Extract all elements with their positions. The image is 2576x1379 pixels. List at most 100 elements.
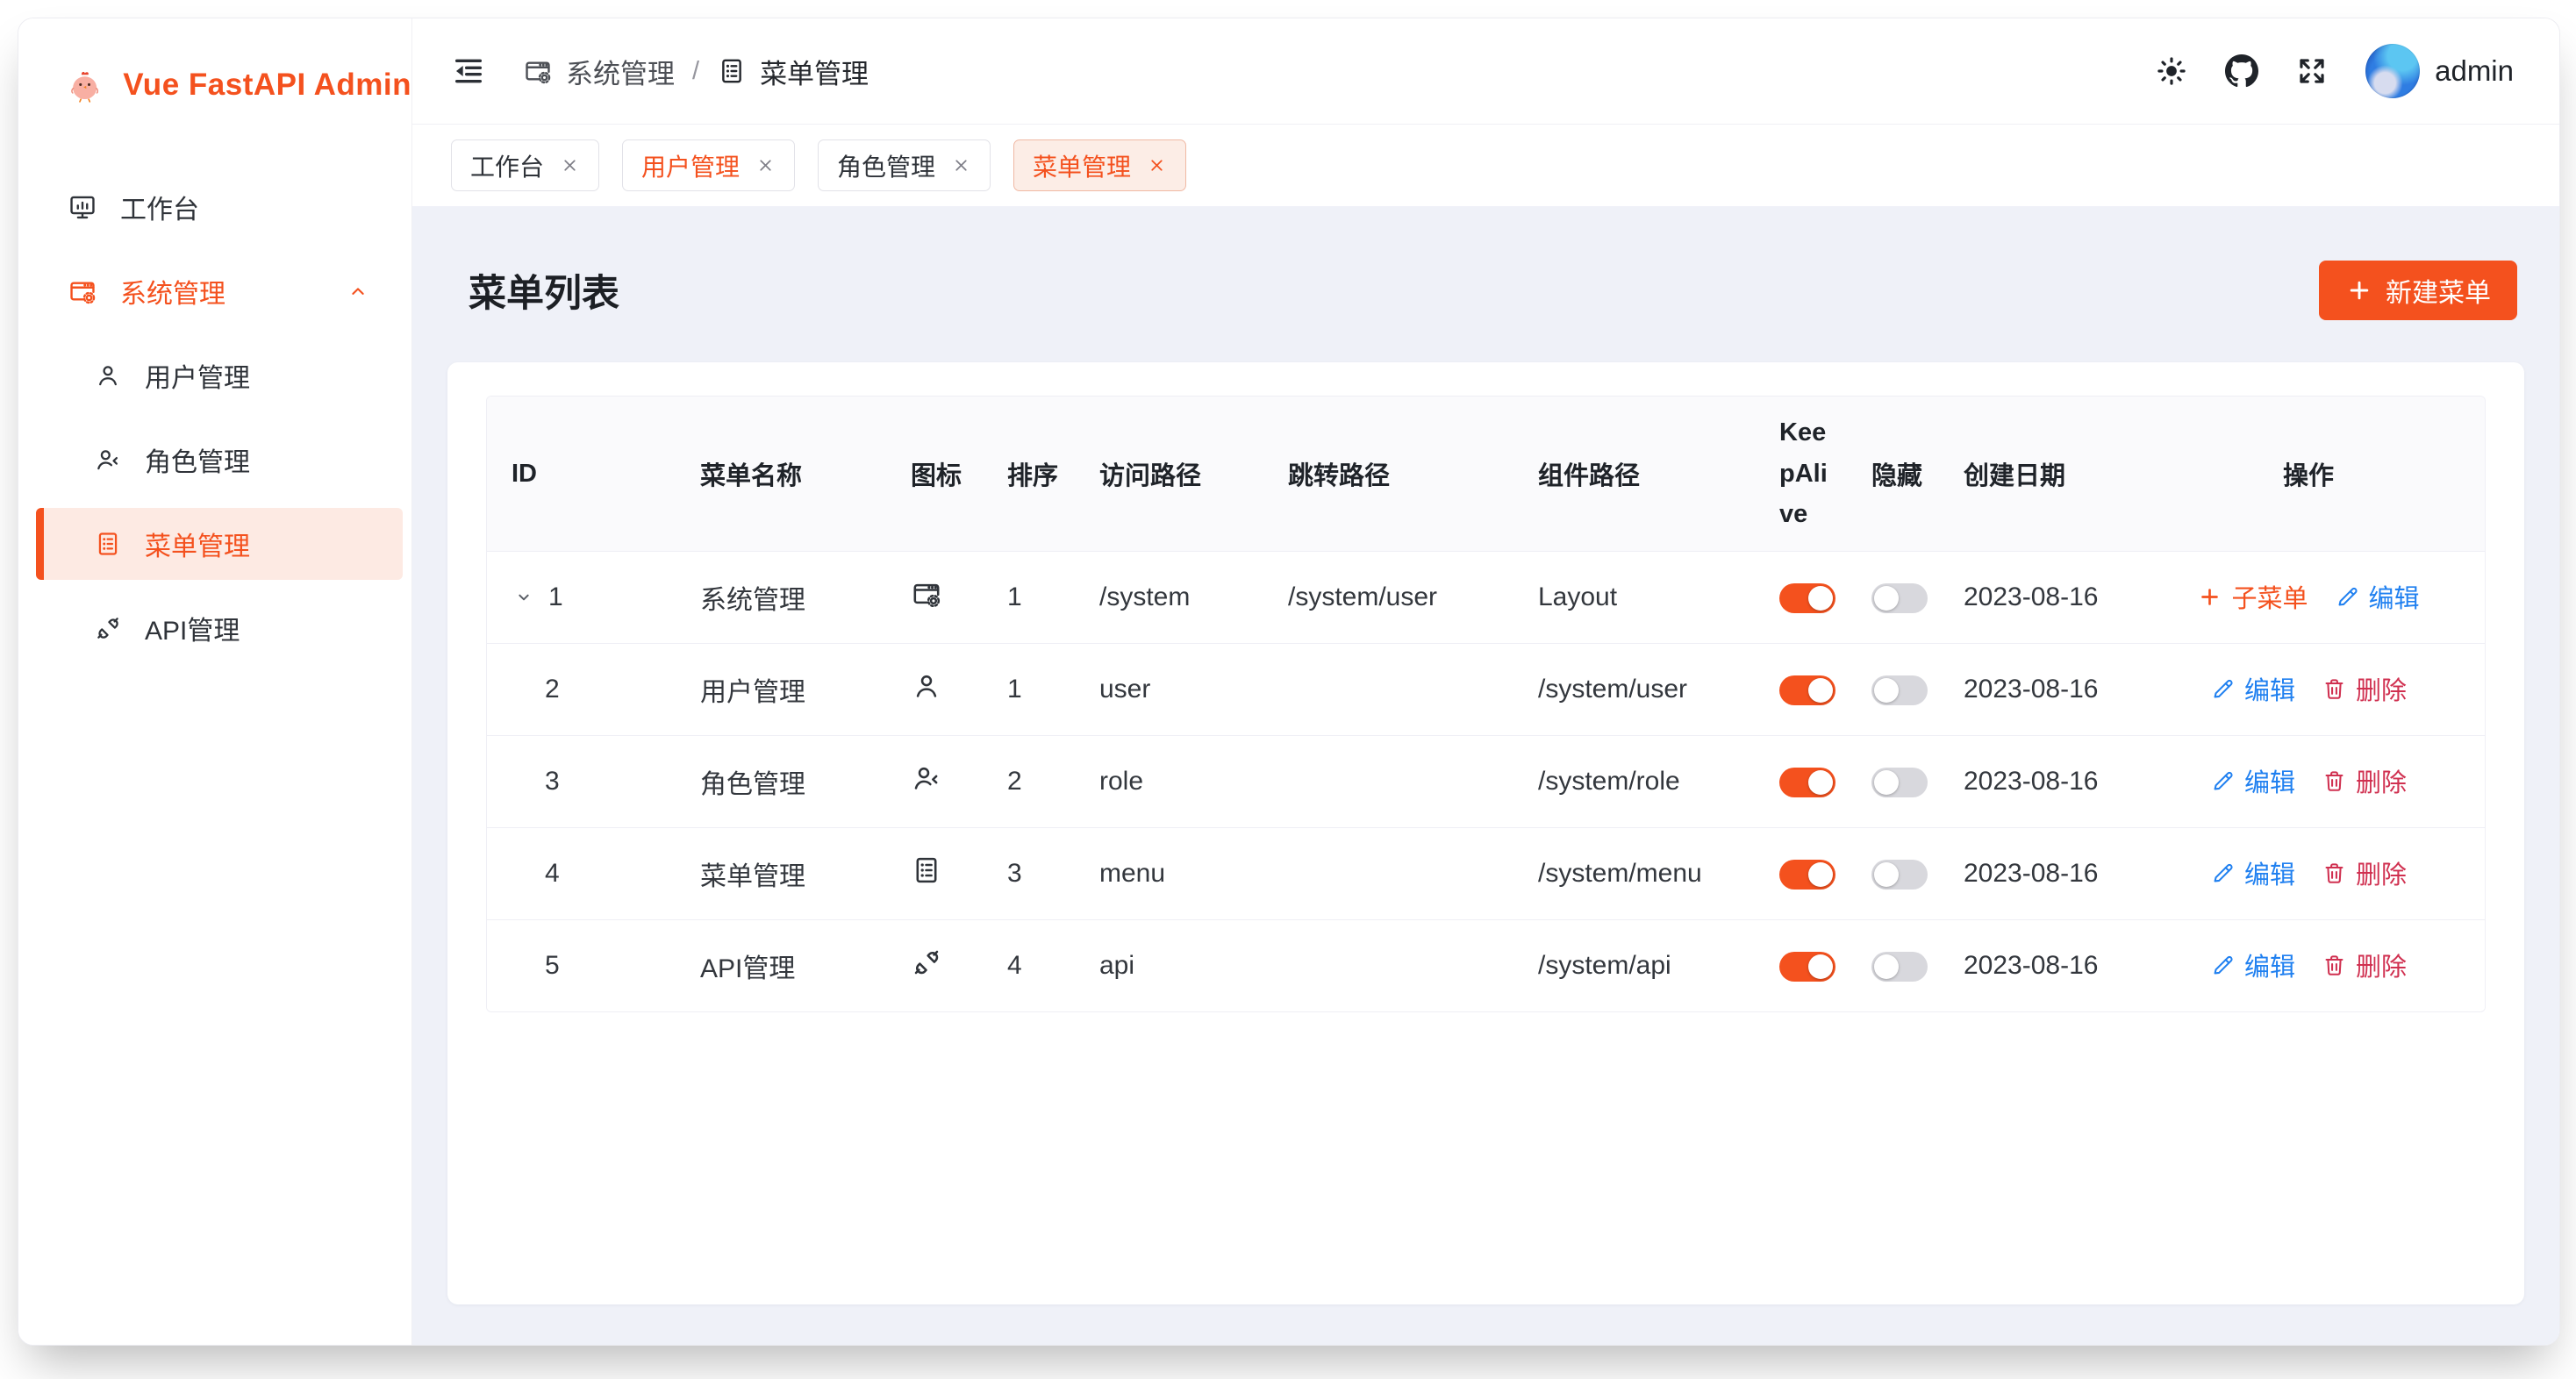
trash-icon — [2322, 768, 2347, 794]
cell-path: role — [1075, 736, 1263, 828]
close-icon[interactable] — [560, 155, 580, 175]
menu-table: ID 菜单名称 图标 排序 访问路径 跳转路径 组件路径 KeepAlive 隐… — [487, 397, 2485, 1011]
sidebar-item-label: 系统管理 — [120, 272, 225, 311]
table-row: 1 系统管理 1 /system /system/user Layout — [487, 552, 2485, 644]
window-settings-icon — [911, 578, 942, 610]
keepalive-toggle[interactable] — [1779, 860, 1835, 890]
col-order: 排序 — [983, 397, 1075, 552]
tab-users[interactable]: 用户管理 — [622, 139, 795, 191]
cell-created: 2023-08-16 — [1939, 736, 2132, 828]
table-row: 5 API管理 4 api /system/api 2023-08-16 — [487, 920, 2485, 1012]
cell-name: API管理 — [676, 920, 886, 1012]
app-title: Vue FastAPI Admin — [123, 68, 411, 103]
plug-icon — [94, 614, 122, 642]
delete-button[interactable]: 删除 — [2322, 947, 2407, 983]
close-icon[interactable] — [1147, 155, 1167, 175]
edit-button[interactable]: 编辑 — [2210, 854, 2295, 891]
sidebar-item-roles[interactable]: 角色管理 — [18, 424, 411, 496]
keepalive-toggle[interactable] — [1779, 768, 1835, 797]
keepalive-toggle[interactable] — [1779, 952, 1835, 982]
tab-workbench[interactable]: 工作台 — [451, 139, 599, 191]
hidden-toggle[interactable] — [1871, 952, 1928, 982]
cell-created: 2023-08-16 — [1939, 828, 2132, 920]
sidebar-item-label: 用户管理 — [145, 356, 250, 395]
hidden-toggle[interactable] — [1871, 675, 1928, 705]
keepalive-toggle[interactable] — [1779, 583, 1835, 613]
close-icon[interactable] — [951, 155, 971, 175]
cell-created: 2023-08-16 — [1939, 920, 2132, 1012]
create-menu-button[interactable]: 新建菜单 — [2319, 261, 2517, 320]
cell-component: /system/user — [1513, 644, 1755, 736]
col-actions: 操作 — [2132, 397, 2485, 552]
user-arrow-icon — [911, 762, 942, 794]
edit-button[interactable]: 编辑 — [2210, 762, 2295, 799]
col-icon: 图标 — [886, 397, 983, 552]
cell-redirect — [1263, 644, 1513, 736]
monitor-icon — [68, 192, 97, 222]
plus-icon — [2197, 584, 2222, 610]
edit-button[interactable]: 编辑 — [2210, 670, 2295, 707]
hidden-toggle[interactable] — [1871, 583, 1928, 613]
delete-button[interactable]: 删除 — [2322, 762, 2407, 799]
tab-menus[interactable]: 菜单管理 — [1013, 139, 1186, 191]
chevron-up-icon — [345, 278, 371, 304]
table-row: 2 用户管理 1 user /system/user 2023-08-16 — [487, 644, 2485, 736]
cell-order: 3 — [983, 828, 1075, 920]
cell-component: Layout — [1513, 552, 1755, 644]
delete-button[interactable]: 删除 — [2322, 670, 2407, 707]
sidebar-item-workbench[interactable]: 工作台 — [18, 171, 411, 243]
cell-name: 系统管理 — [676, 552, 886, 644]
add-submenu-button[interactable]: 子菜单 — [2197, 578, 2308, 615]
breadcrumb-item-system[interactable]: 系统管理 — [523, 52, 675, 91]
tab-roles[interactable]: 角色管理 — [818, 139, 991, 191]
cell-name: 用户管理 — [676, 644, 886, 736]
close-icon[interactable] — [755, 155, 776, 175]
cell-order: 1 — [983, 644, 1075, 736]
user-menu[interactable]: admin — [2365, 44, 2514, 98]
topbar-actions: admin — [2155, 44, 2514, 98]
table-card: ID 菜单名称 图标 排序 访问路径 跳转路径 组件路径 KeepAlive 隐… — [447, 362, 2524, 1304]
breadcrumb-item-menus[interactable]: 菜单管理 — [717, 52, 869, 91]
table-frame: ID 菜单名称 图标 排序 访问路径 跳转路径 组件路径 KeepAlive 隐… — [486, 396, 2486, 1012]
edit-button[interactable]: 编辑 — [2210, 947, 2295, 983]
sidebar-item-system[interactable]: 系统管理 — [18, 255, 411, 327]
hidden-toggle[interactable] — [1871, 768, 1928, 797]
hidden-toggle[interactable] — [1871, 860, 1928, 890]
breadcrumb-separator: / — [692, 57, 699, 86]
sidebar-item-users[interactable]: 用户管理 — [18, 339, 411, 411]
col-name: 菜单名称 — [676, 397, 886, 552]
app-window: Vue FastAPI Admin 工作台 系统管理 用户管理 角色管理 — [18, 18, 2560, 1346]
menu-list-icon — [717, 56, 747, 86]
sidebar-item-menus[interactable]: 菜单管理 — [36, 508, 403, 580]
pencil-icon — [2335, 584, 2360, 610]
pencil-icon — [2210, 768, 2236, 794]
cell-id: 3 — [512, 767, 560, 797]
menu-fold-icon[interactable] — [451, 54, 486, 89]
theme-sun-icon[interactable] — [2155, 54, 2188, 88]
pencil-icon — [2210, 861, 2236, 886]
keepalive-toggle[interactable] — [1779, 675, 1835, 705]
window-settings-icon — [68, 276, 97, 306]
table-row: 4 菜单管理 3 menu /system/menu 2023-08-16 — [487, 828, 2485, 920]
sidebar: Vue FastAPI Admin 工作台 系统管理 用户管理 角色管理 — [18, 18, 412, 1345]
pencil-icon — [2210, 953, 2236, 978]
app-logo[interactable]: Vue FastAPI Admin — [18, 18, 411, 152]
cell-id: 5 — [512, 951, 560, 981]
content: 菜单列表 新建菜单 I — [412, 206, 2559, 1345]
cell-name: 菜单管理 — [676, 828, 886, 920]
row-expand-chevron-down-icon[interactable] — [512, 585, 536, 610]
sidebar-item-apis[interactable]: API管理 — [18, 592, 411, 664]
table-header-row: ID 菜单名称 图标 排序 访问路径 跳转路径 组件路径 KeepAlive 隐… — [487, 397, 2485, 552]
delete-button[interactable]: 删除 — [2322, 854, 2407, 891]
cell-path: user — [1075, 644, 1263, 736]
user-icon — [94, 361, 122, 389]
breadcrumb: 系统管理 / 菜单管理 — [523, 52, 869, 91]
fullscreen-icon[interactable] — [2295, 54, 2329, 88]
github-icon[interactable] — [2225, 54, 2258, 88]
col-path: 访问路径 — [1075, 397, 1263, 552]
edit-button[interactable]: 编辑 — [2335, 578, 2420, 615]
col-redirect: 跳转路径 — [1263, 397, 1513, 552]
sidebar-item-label: 角色管理 — [145, 440, 250, 479]
cell-id: 2 — [512, 675, 560, 704]
cell-component: /system/api — [1513, 920, 1755, 1012]
